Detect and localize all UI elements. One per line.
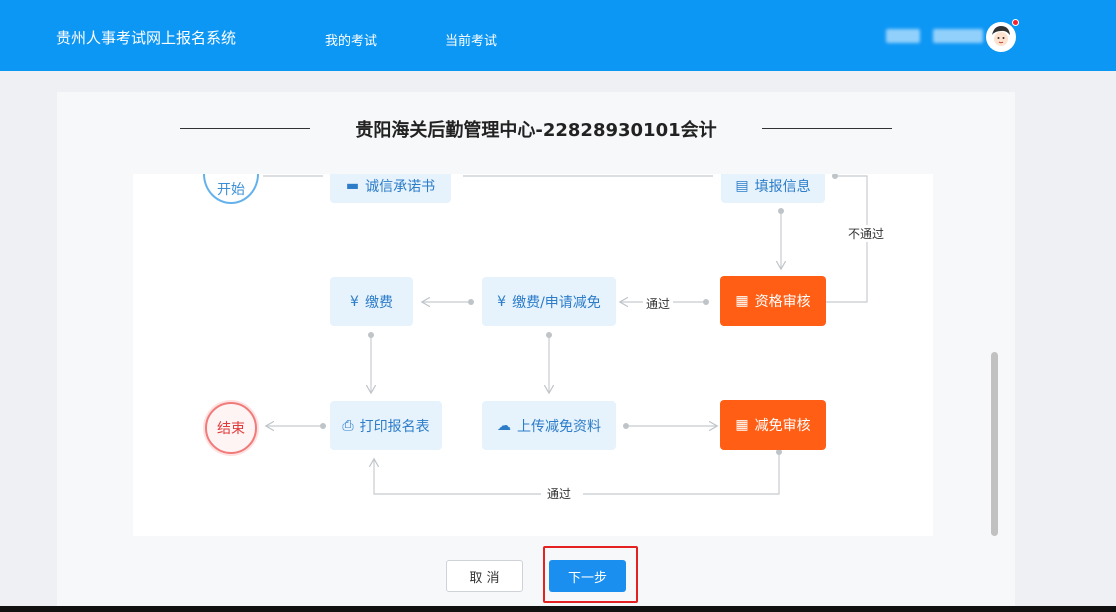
edge-label-fail: 不通过: [845, 225, 888, 242]
blurred-username: [933, 29, 983, 43]
process-flow-diagram: 开始 ▬ 诚信承诺书 ▤ 填报信息 不通过 ▦ 资格审核 通过 ¥ 缴费/申请减…: [133, 174, 933, 536]
avatar[interactable]: [986, 22, 1016, 52]
document-check-icon: ▦: [735, 417, 749, 433]
step-print-form: ⎙ 打印报名表: [330, 401, 442, 450]
app-title[interactable]: 贵州人事考试网上报名系统: [56, 27, 236, 48]
form-icon: ▤: [735, 177, 749, 194]
flow-end-node: 结束: [205, 402, 257, 454]
step-pay-or-reduce-label: 缴费/申请减免: [512, 294, 601, 311]
step-upload-reduce: ☁ 上传减免资料: [482, 401, 616, 450]
start-label: 开始: [217, 182, 245, 198]
user-face-icon: [987, 23, 1015, 51]
yuan-icon: ¥: [497, 293, 507, 310]
step-commitment-label: 诚信承诺书: [365, 178, 436, 195]
page-title: 贵阳海关后勤管理中心-22828930101会计: [355, 120, 717, 141]
step-pay: ¥ 缴费: [330, 277, 413, 326]
step-reduce-review-label: 减免审核: [754, 418, 811, 434]
step-reduce-review: ▦ 减免审核: [720, 400, 826, 450]
edge-label-pass-2: 通过: [544, 485, 575, 502]
blurred-username: [886, 29, 920, 43]
scrollbar-thumb[interactable]: [991, 352, 998, 536]
top-navbar: 贵州人事考试网上报名系统 我的考试 当前考试: [0, 0, 1116, 71]
step-commitment: ▬ 诚信承诺书: [330, 174, 451, 203]
step-upload-reduce-label: 上传减免资料: [517, 418, 601, 435]
notification-dot: [1012, 19, 1019, 26]
flow-connectors: [263, 174, 868, 495]
highlight-box: [543, 546, 638, 603]
nav-my-exams[interactable]: 我的考试: [325, 30, 377, 49]
cloud-upload-icon: ☁: [497, 417, 511, 434]
step-print-form-label: 打印报名表: [359, 418, 430, 435]
step-fill-info-label: 填报信息: [754, 178, 811, 195]
title-divider-left: [180, 128, 310, 129]
step-fill-info: ▤ 填报信息: [721, 174, 825, 203]
nav-current-exams[interactable]: 当前考试: [445, 30, 497, 49]
step-qualification-review-label: 资格审核: [754, 294, 811, 310]
document-check-icon: ▦: [735, 293, 749, 309]
cancel-button[interactable]: 取 消: [446, 560, 523, 592]
yuan-icon: ¥: [350, 293, 359, 310]
step-pay-or-reduce: ¥ 缴费/申请减免: [482, 277, 616, 326]
title-divider-right: [762, 128, 892, 129]
bottom-edge-bar: [0, 606, 1116, 612]
printer-icon: ⎙: [342, 417, 354, 434]
card-icon: ▬: [345, 177, 360, 194]
end-label: 结束: [217, 421, 245, 437]
edge-label-pass-1: 通过: [643, 295, 674, 312]
step-pay-label: 缴费: [364, 294, 393, 311]
step-qualification-review: ▦ 资格审核: [720, 276, 826, 326]
